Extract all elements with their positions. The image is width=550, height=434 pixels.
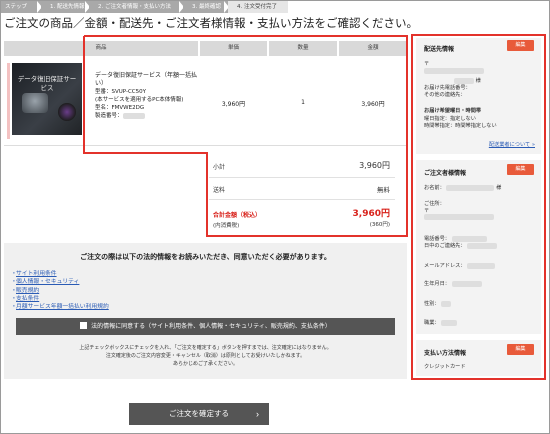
chevron-right-icon: › bbox=[256, 409, 259, 419]
carrier-info-link[interactable]: 配送業者について » bbox=[489, 141, 535, 148]
confirm-order-label: ご注文を確定する bbox=[169, 409, 229, 418]
step-header: ステップ bbox=[1, 1, 41, 13]
checkbox-icon[interactable] bbox=[80, 322, 88, 329]
shipping-fee-value: 無料 bbox=[377, 186, 390, 194]
product-model-number: 型番：SVUP-CC50Y bbox=[95, 89, 146, 95]
shipping-address bbox=[424, 68, 484, 75]
step-orderer-payment: 2. ご注文者情報・支払い方法 bbox=[89, 1, 183, 13]
orderer-panel: ご注文者様情報 編集 お名前： 様 ご住所： 〒 電話番号： 日中のご連絡先： … bbox=[416, 160, 541, 334]
legal-note-line: 注文確定後のご注文内容変更・キャンセル（取消）は原則としてお受けいたしかねます。 bbox=[105, 353, 306, 359]
orderer-birthdate: 生年月日： bbox=[424, 280, 482, 287]
shipping-phone: お届け先電話番号： bbox=[424, 85, 471, 91]
product-image: データ復旧保証サービス bbox=[7, 63, 83, 139]
shipping-edit-button[interactable]: 編集 bbox=[507, 40, 534, 51]
delivery-time: 時間帯指定：時間帯指定しない bbox=[424, 123, 497, 129]
orderer-occupation: 職業： bbox=[424, 319, 458, 326]
header-product: 商品 bbox=[4, 41, 198, 56]
shipping-fee-label: 送料 bbox=[213, 187, 226, 194]
payment-edit-button[interactable]: 編集 bbox=[507, 344, 534, 355]
shipping-postal: 〒 bbox=[424, 61, 430, 67]
divider bbox=[209, 177, 395, 178]
legal-agree-checkbox[interactable]: 法的情報に同意する（サイト利用条件、個人情報・セキュリティ、販売規約、支払条件） bbox=[16, 318, 395, 335]
product-pc-model: 型名：FMVWE2DG bbox=[95, 105, 145, 111]
product-details: データ復旧保証サービス（年額一括払い） 型番：SVUP-CC50Y (本サービス… bbox=[95, 72, 200, 120]
product-serial: 製造番号： bbox=[95, 112, 200, 120]
total-label: 合計金額（税込） bbox=[213, 212, 262, 219]
subtotal-value: 3,960円 bbox=[359, 161, 390, 170]
legal-agree-label: 法的情報に同意する（サイト利用条件、個人情報・セキュリティ、販売規約、支払条件） bbox=[91, 323, 331, 330]
product-name: データ復旧保証サービス（年額一括払い） bbox=[95, 72, 198, 87]
quantity-cell: 1 bbox=[301, 99, 305, 106]
shipping-panel-title: 配送先情報 bbox=[424, 46, 455, 53]
table-header: 商品 単価 数量 金額 bbox=[4, 41, 407, 56]
customer-info-sidebar: 配送先情報 編集 〒 様 お届け先電話番号： その他の連絡先： お届け希望曜日・… bbox=[411, 34, 546, 380]
legal-note: 上記チェックボックスにチェックを入れ、「ご注文を確定する」ボタンを押すまでは、注… bbox=[4, 344, 407, 368]
orderer-address bbox=[424, 214, 494, 221]
orderer-day-contact: 日中のご連絡先： bbox=[424, 242, 498, 249]
step-complete: 4. 注文受付完了 bbox=[228, 1, 288, 13]
step-final-check: 3. 最終確認 bbox=[183, 1, 228, 13]
orderer-phone: 電話番号： bbox=[424, 235, 487, 242]
checkout-steps: ステップ 1. 配送先情報 2. ご注文者情報・支払い方法 3. 最終確認 4.… bbox=[1, 1, 549, 13]
header-amount: 金額 bbox=[339, 41, 407, 56]
amount-cell: 3,960円 bbox=[361, 101, 385, 108]
link-site-terms[interactable]: サイト利用条件 bbox=[16, 270, 109, 278]
header-quantity: 数量 bbox=[269, 41, 337, 56]
tax-value: (360円) bbox=[369, 222, 390, 228]
step-shipping: 1. 配送先情報 bbox=[41, 1, 89, 13]
orderer-address-label: ご住所： bbox=[424, 201, 445, 207]
link-annual-subscription-terms[interactable]: 月額サービス年額一括払い利用規約 bbox=[16, 303, 109, 311]
product-note: (本サービスを適用するPC本体情報) bbox=[95, 97, 184, 103]
orderer-postal: 〒 bbox=[424, 208, 430, 214]
orderer-email: メールアドレス： bbox=[424, 262, 496, 269]
legal-title: ご注文の際は以下の法的情報をお読みいただき、同意いただく必要があります。 bbox=[80, 253, 331, 261]
link-privacy-security[interactable]: 個人情報・セキュリティ bbox=[16, 278, 109, 286]
orderer-name: お名前： 様 bbox=[424, 184, 502, 191]
header-unit-price: 単価 bbox=[200, 41, 267, 56]
orderer-edit-button[interactable]: 編集 bbox=[507, 164, 534, 175]
legal-note-line: あらかじめご了承ください。 bbox=[172, 361, 238, 367]
shipping-name: 様 bbox=[454, 77, 481, 84]
legal-links: サイト利用条件 個人情報・セキュリティ 販売規約 支払条件 月額サービス年額一括… bbox=[16, 270, 109, 311]
confirm-order-button[interactable]: ご注文を確定する › bbox=[129, 403, 269, 425]
tax-label: (内消費税) bbox=[213, 223, 240, 229]
link-sales-terms[interactable]: 販売規約 bbox=[16, 287, 109, 295]
legal-note-line: 上記チェックボックスにチェックを入れ、「ご注文を確定する」ボタンを押すまでは、注… bbox=[79, 345, 332, 351]
delivery-day: 曜日指定：指定しない bbox=[424, 116, 476, 122]
legal-section: ご注文の際は以下の法的情報をお読みいただき、同意いただく必要があります。 サイト… bbox=[4, 243, 407, 379]
unit-price-cell: 3,960円 bbox=[221, 101, 246, 108]
delivery-title: お届け希望曜日・時間帯 bbox=[424, 108, 482, 114]
orderer-panel-title: ご注文者様情報 bbox=[424, 170, 467, 177]
orderer-gender: 性別： bbox=[424, 300, 452, 307]
payment-panel: 支払い方法情報 編集 クレジットカード bbox=[416, 340, 541, 376]
payment-panel-title: 支払い方法情報 bbox=[424, 350, 467, 357]
divider bbox=[209, 199, 395, 200]
product-image-text: データ復旧保証サービス bbox=[17, 75, 77, 92]
payment-method: クレジットカード bbox=[424, 364, 466, 370]
shipping-other-contact: その他の連絡先： bbox=[424, 92, 466, 98]
shipping-panel: 配送先情報 編集 〒 様 お届け先電話番号： その他の連絡先： お届け希望曜日・… bbox=[416, 38, 541, 154]
total-value: 3,960円 bbox=[352, 209, 390, 219]
link-payment-terms[interactable]: 支払条件 bbox=[16, 295, 109, 303]
subtotal-label: 小計 bbox=[213, 164, 226, 171]
page-title: ご注文の商品／金額・配送先・ご注文者様情報・支払い方法をご確認ください。 bbox=[4, 16, 418, 30]
